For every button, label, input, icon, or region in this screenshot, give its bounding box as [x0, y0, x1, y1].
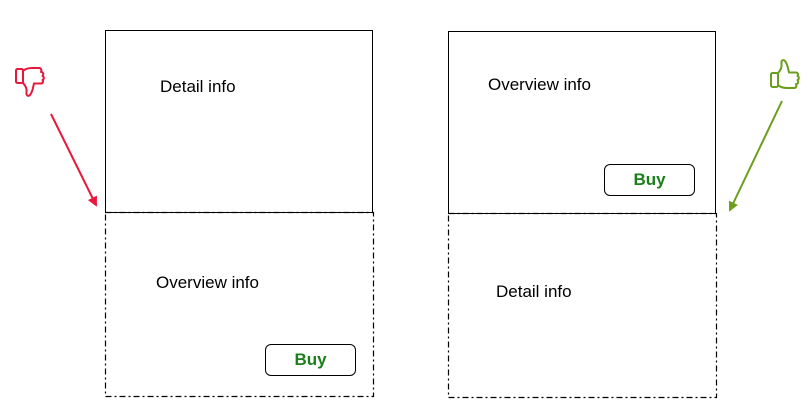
- diagram-overlay: [15, 59, 800, 399]
- thumbs-down-icon: [15, 67, 45, 97]
- thumbs-up-icon: [770, 59, 800, 89]
- bad-arrow: [50, 113, 97, 207]
- left-bottom-panel: [104, 211, 375, 398]
- right-bottom-panel: [447, 212, 718, 399]
- good-arrow: [728, 100, 783, 212]
